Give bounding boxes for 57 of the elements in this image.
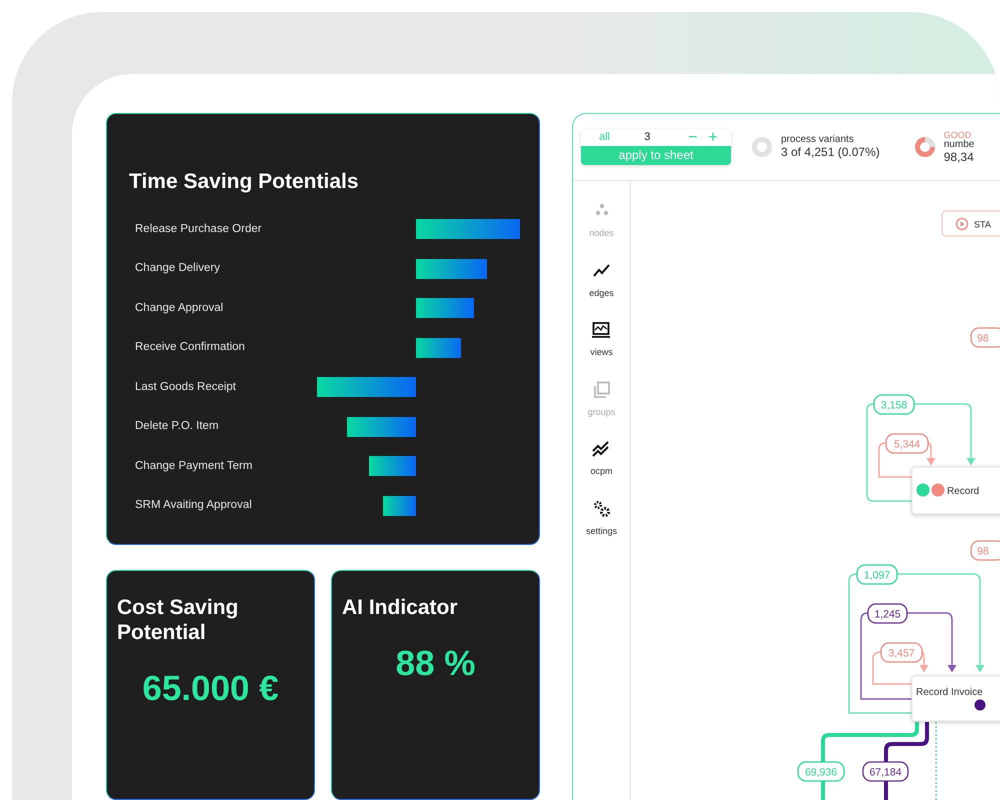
stat-label: process variants bbox=[781, 135, 855, 146]
edge-count: 1,245 bbox=[874, 608, 901, 620]
edge-count: 5,344 bbox=[894, 438, 920, 450]
sidebar-item[interactable]: settings bbox=[586, 498, 618, 538]
cost-value: 65.000 € bbox=[141, 668, 280, 710]
edge-count: 3,158 bbox=[880, 400, 908, 412]
activity-node[interactable] bbox=[912, 466, 1000, 514]
edge-count: 98 bbox=[977, 546, 989, 558]
status-dot bbox=[932, 484, 944, 496]
sidebar-item[interactable]: views bbox=[590, 320, 613, 360]
stat-label: numbe bbox=[944, 140, 974, 151]
row-label: Change Delivery bbox=[134, 261, 222, 276]
apply-button[interactable]: apply to sheet bbox=[581, 146, 731, 165]
chart-bar bbox=[416, 298, 474, 318]
donut-icon bbox=[751, 136, 773, 158]
monitor-icon bbox=[591, 320, 612, 340]
stat-label: GOOD bbox=[944, 130, 972, 140]
node-label: Record Invoice bbox=[916, 687, 983, 698]
activity-node[interactable] bbox=[912, 676, 1000, 722]
card-title: AI Indicator bbox=[342, 595, 459, 620]
sidebar-item[interactable]: ocpm bbox=[590, 439, 612, 478]
chart-bar bbox=[346, 416, 416, 437]
chart-bar bbox=[382, 496, 416, 516]
start-node[interactable] bbox=[941, 210, 1000, 237]
row-label: Change Payment Term bbox=[134, 458, 254, 474]
row-label: Change Approval bbox=[134, 300, 224, 316]
row-label: Delete P.O. Item bbox=[134, 419, 220, 434]
row-label: Last Goods Receipt bbox=[134, 380, 238, 395]
stat-value: 98,34 bbox=[944, 150, 974, 164]
status-dot bbox=[974, 700, 986, 710]
card-title: Time Saving Potentials bbox=[129, 169, 360, 195]
double-line-chart-icon bbox=[591, 439, 612, 459]
edge-count: 98 bbox=[977, 332, 989, 344]
decrement-button[interactable]: − bbox=[682, 130, 703, 146]
settings-icon bbox=[592, 498, 612, 518]
row-label: SRM Avaiting Approval bbox=[134, 498, 253, 514]
row-label: Receive Confirmation bbox=[134, 340, 246, 356]
stat-value: 3 of 4,251 (0.07%) bbox=[781, 146, 880, 159]
edge-count: 67,184 bbox=[869, 766, 902, 778]
node-label: STA bbox=[974, 220, 991, 230]
edge-count: 1,097 bbox=[864, 570, 890, 582]
increment-button[interactable]: + bbox=[702, 130, 724, 146]
status-dot bbox=[916, 484, 930, 496]
card-title: Cost Saving Potential bbox=[117, 595, 240, 646]
variant-count: 3 bbox=[644, 130, 652, 146]
donut-icon bbox=[914, 136, 936, 158]
chart-bar bbox=[416, 338, 461, 358]
indicator-value: 88 % bbox=[394, 643, 476, 686]
sidebar-item[interactable]: edges bbox=[589, 260, 614, 300]
row-label: Release Purchase Order bbox=[134, 222, 263, 237]
edge-count: 3,457 bbox=[888, 648, 915, 660]
chart-bar bbox=[416, 258, 487, 279]
node-label: Record bbox=[947, 486, 980, 497]
all-option[interactable]: all bbox=[599, 129, 644, 146]
chart-bar bbox=[368, 456, 416, 476]
layers-icon bbox=[592, 380, 612, 400]
edge-count: 69,936 bbox=[804, 766, 838, 778]
